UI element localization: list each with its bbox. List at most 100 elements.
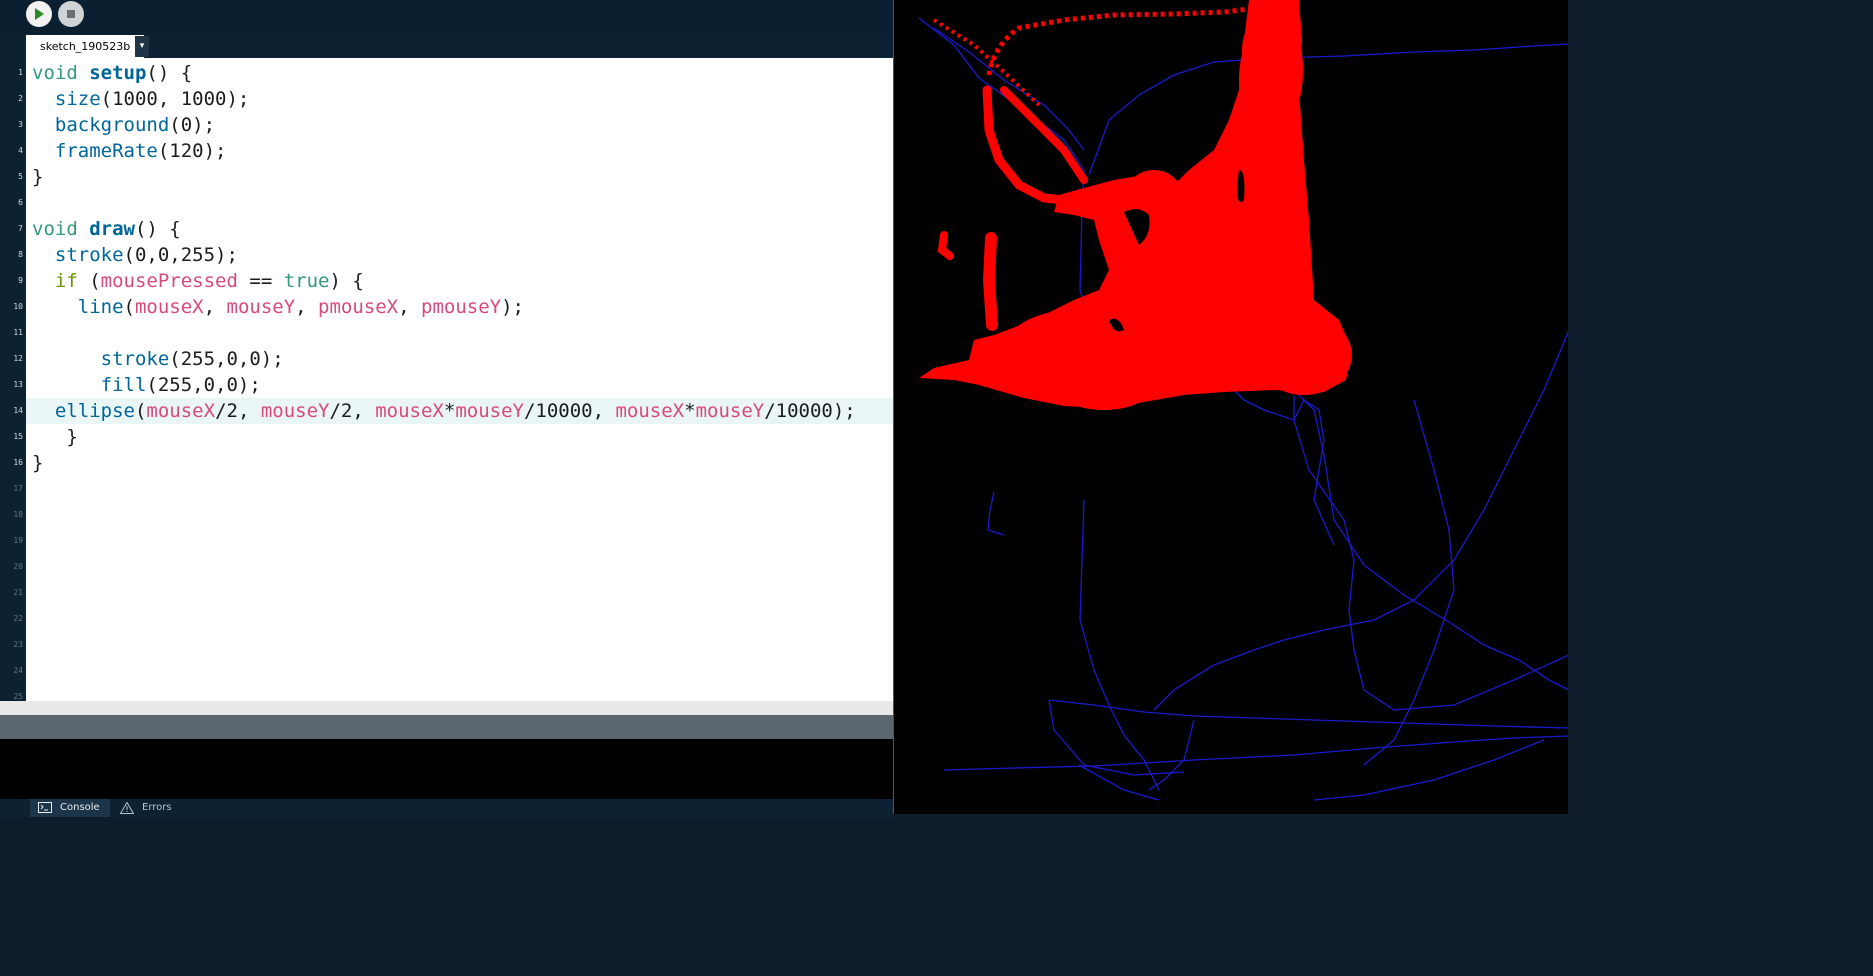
code-line: ellipse(mouseX/2, mouseY/2, mouseX*mouse… — [32, 398, 856, 424]
code-line: void setup() { — [32, 60, 192, 86]
line-number-gutter: 1 2 3 4 5 6 7 8 9 10 11 12 13 14 15 16 17 18 19 20 21 22 23 24 2… — [0, 58, 26, 701]
line-number: 17 — [13, 484, 23, 493]
code-line: size(1000, 1000); — [32, 86, 249, 112]
code-token: (255,0,0); — [146, 374, 261, 396]
editor-horizontal-scrollbar[interactable] — [0, 701, 893, 715]
code-editor[interactable]: void setup() { size(1000, 1000); backgro… — [26, 58, 893, 701]
line-number: 23 — [13, 640, 23, 649]
code-token: , — [203, 296, 227, 318]
line-number: 8 — [18, 250, 23, 259]
play-icon — [35, 8, 44, 20]
code-token: ) { — [329, 270, 364, 292]
code-token: pmouseX — [318, 296, 399, 318]
sketch-canvas — [894, 0, 1569, 814]
code-token: ( — [123, 296, 135, 318]
code-token: ); — [501, 296, 524, 318]
code-token: mouseX — [134, 296, 204, 318]
code-line: fill(255,0,0); — [32, 372, 261, 398]
line-number: 16 — [13, 458, 23, 467]
code-line: } — [32, 450, 43, 476]
tab-bar: sketch_190523b ▾ — [0, 34, 893, 58]
line-number: 3 — [18, 120, 23, 129]
code-token: } — [32, 452, 44, 474]
line-number: 10 — [13, 302, 23, 311]
code-token: (255,0,0); — [169, 348, 284, 370]
code-token: ( — [77, 270, 101, 292]
code-token: == — [237, 270, 284, 292]
stop-icon — [67, 10, 75, 18]
code-token: setup — [89, 62, 147, 84]
line-number: 1 — [18, 68, 23, 77]
code-token: } — [32, 426, 78, 448]
line-number: 21 — [13, 588, 23, 597]
code-token: (1000, 1000); — [100, 88, 250, 110]
line-number: 11 — [13, 328, 23, 337]
code-line: if (mousePressed == true) { — [32, 268, 364, 294]
tab-sketch[interactable]: sketch_190523b — [26, 35, 145, 58]
code-token: /10000); — [764, 400, 856, 422]
console-tab-label: Console — [60, 802, 100, 813]
toolbar — [0, 0, 893, 34]
sketch-output-window[interactable] — [893, 0, 1569, 814]
code-token: size — [54, 88, 101, 110]
code-token: mouseX — [615, 400, 685, 422]
tab-menu-button[interactable]: ▾ — [135, 36, 149, 57]
line-number: 18 — [13, 510, 23, 519]
stop-button[interactable] — [58, 1, 84, 27]
code-line: stroke(0,0,255); — [32, 242, 238, 268]
code-token: mouseY — [695, 400, 765, 422]
code-line: void draw() { — [32, 216, 181, 242]
console-divider[interactable] — [0, 715, 893, 739]
code-token: mouseY — [260, 400, 330, 422]
code-line: line(mouseX, mouseY, pmouseX, pmouseY); — [32, 294, 524, 320]
code-token: (0); — [169, 114, 216, 136]
code-line: } — [32, 164, 43, 190]
code-token: /2, — [329, 400, 376, 422]
console-output — [0, 739, 893, 799]
line-number: 5 — [18, 172, 23, 181]
code-token: stroke — [54, 244, 124, 266]
line-number: 14 — [13, 406, 23, 415]
line-number: 12 — [13, 354, 23, 363]
code-token: () { — [134, 218, 181, 240]
code-token: , — [295, 296, 319, 318]
code-token: * — [684, 400, 696, 422]
code-token: , — [398, 296, 422, 318]
code-token: draw — [89, 218, 135, 240]
code-token: mouseX — [146, 400, 216, 422]
line-number: 9 — [18, 276, 23, 285]
code-token: /10000, — [523, 400, 616, 422]
errors-tab-label: Errors — [142, 802, 172, 813]
line-number: 22 — [13, 614, 23, 623]
line-number: 24 — [13, 666, 23, 675]
line-number: 7 — [18, 224, 23, 233]
line-number: 19 — [13, 536, 23, 545]
line-number: 6 — [18, 198, 23, 207]
code-line: } — [32, 424, 78, 450]
run-button[interactable] — [26, 1, 52, 27]
line-number: 13 — [13, 380, 23, 389]
warning-icon — [120, 802, 134, 814]
code-line: background(0); — [32, 112, 215, 138]
code-token: stroke — [100, 348, 170, 370]
code-token: * — [443, 400, 456, 422]
code-line: stroke(255,0,0); — [32, 346, 284, 372]
terminal-icon — [38, 802, 52, 813]
line-number: 20 — [13, 562, 23, 571]
code-token: fill — [100, 374, 147, 396]
errors-tab[interactable]: Errors — [112, 799, 182, 817]
code-token: mouseX — [375, 400, 444, 422]
console-tab[interactable]: Console — [30, 799, 110, 817]
line-number: 25 — [13, 692, 23, 701]
code-token: pmouseY — [421, 296, 502, 318]
code-token: mouseY — [455, 400, 524, 422]
code-token: ( — [134, 400, 147, 422]
